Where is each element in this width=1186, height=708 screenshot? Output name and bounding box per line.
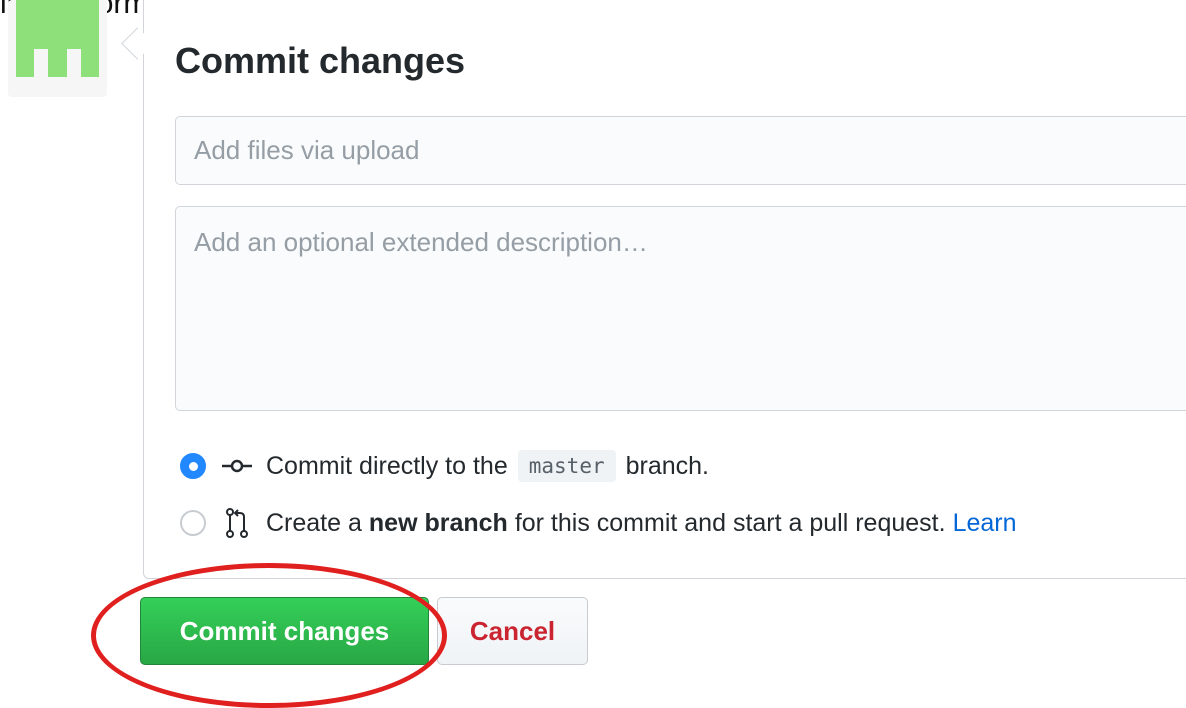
commit-direct-label-suffix: branch.	[625, 451, 709, 480]
avatar-pixel	[81, 49, 99, 77]
branch-name-badge: master	[517, 450, 616, 482]
new-branch-label-bold: new branch	[368, 508, 508, 537]
avatar-pixel	[16, 22, 99, 49]
avatar-pixel	[48, 49, 67, 77]
commit-direct-option[interactable]: Commit directly to the master branch.	[180, 448, 709, 484]
git-commit-icon	[220, 459, 254, 473]
git-pull-request-icon	[220, 508, 254, 538]
cancel-button[interactable]: Cancel	[437, 597, 588, 665]
avatar-pixel	[16, 49, 34, 77]
new-branch-radio[interactable]	[180, 510, 206, 536]
user-avatar	[8, 0, 107, 97]
new-branch-option[interactable]: Create a new branch for this commit and …	[180, 505, 1017, 541]
commit-description-textarea[interactable]	[175, 206, 1186, 411]
avatar-pixel	[81, 0, 99, 22]
commit-form-title: Commit changes	[175, 40, 466, 81]
commit-direct-radio[interactable]	[180, 453, 206, 479]
new-branch-label-suffix: for this commit and start a pull request…	[514, 508, 946, 537]
learn-more-link[interactable]: Learn	[953, 509, 1017, 538]
commit-direct-label-prefix: Commit directly to the	[266, 451, 508, 480]
avatar-pixel	[16, 0, 34, 22]
commit-summary-input[interactable]	[175, 116, 1186, 185]
commit-changes-button[interactable]: Commit changes	[140, 597, 429, 665]
avatar-pixel	[34, 0, 81, 22]
new-branch-label-prefix: Create a	[266, 508, 362, 537]
